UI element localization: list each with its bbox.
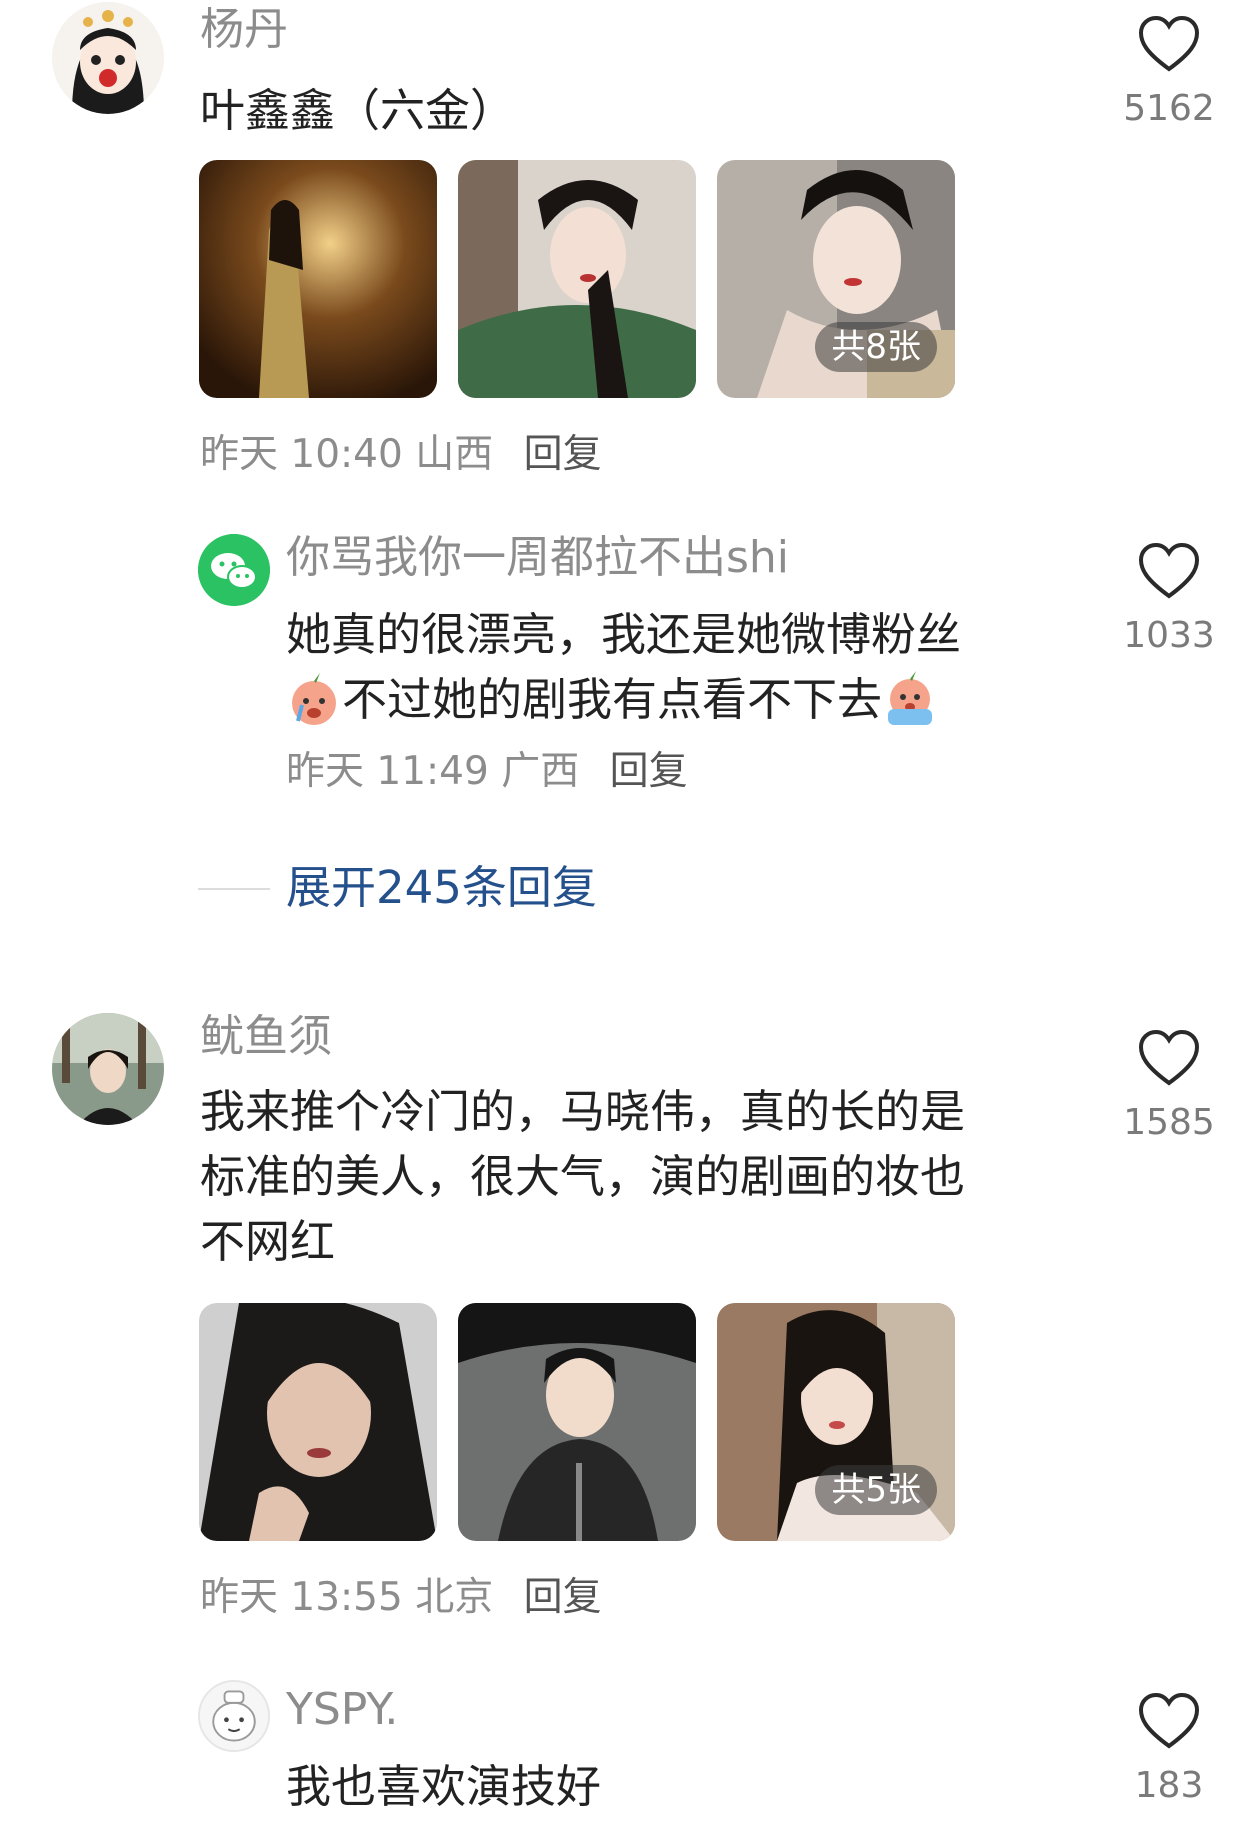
comment-text-line: 不网红 [200, 1215, 336, 1268]
like-count: 1585 [1123, 1102, 1215, 1143]
like-button[interactable]: 1033 [1109, 542, 1229, 658]
reply-comment: YSPY. 我也喜欢演技好 183 [0, 1670, 1260, 1836]
comment-text-line-content: 不过她的剧我有点看不下去 [342, 673, 883, 726]
comment-photo-3[interactable]: 共5张 [717, 1303, 955, 1541]
comment-yangdan: 杨丹 叶鑫鑫（六金） 共8张 昨天 10:40 山西 回复 5162 [0, 0, 1260, 477]
reply-comment: 你骂我你一周都拉不出shi 她真的很漂亮，我还是她微博粉丝 不过她的剧我有点看不… [0, 520, 1260, 820]
heart-icon [1138, 1029, 1200, 1086]
comment-photo-1[interactable] [199, 160, 437, 398]
comment-meta: 昨天 13:55 北京 回复 [200, 1573, 602, 1623]
timestamp: 昨天 10:40 [200, 432, 403, 477]
heart-icon [1138, 1692, 1200, 1749]
timestamp: 昨天 11:49 [286, 749, 489, 794]
username[interactable]: YSPY. [286, 1682, 398, 1738]
comment-text-line: 不过她的剧我有点看不下去 [286, 667, 961, 732]
comment-photo-1[interactable] [199, 1303, 437, 1541]
comment-text: 我也喜欢演技好 [286, 1760, 602, 1813]
heart-icon [1138, 15, 1200, 72]
location: 山西 [415, 432, 494, 477]
comment-text: 我来推个冷门的，马晓伟，真的长的是 标准的美人，很大气，演的剧画的妆也 不网红 [200, 1079, 965, 1274]
photo-count-badge: 共8张 [815, 322, 937, 372]
like-button[interactable]: 183 [1109, 1692, 1229, 1808]
reply-button[interactable]: 回复 [524, 432, 602, 477]
wechat-icon [198, 534, 270, 606]
like-count: 5162 [1123, 88, 1215, 129]
avatar[interactable] [198, 1680, 270, 1752]
comment-meta: 昨天 10:40 山西 回复 [200, 430, 602, 480]
reply-button[interactable]: 回复 [524, 1575, 602, 1620]
expand-divider [198, 888, 270, 890]
like-button[interactable]: 1585 [1109, 1029, 1229, 1145]
photo-count-badge: 共5张 [815, 1465, 937, 1515]
avatar[interactable] [52, 2, 164, 114]
expand-replies-button[interactable]: 展开245条回复 [286, 860, 597, 916]
heart-icon [1138, 542, 1200, 599]
username[interactable]: 你骂我你一周都拉不出shi [286, 530, 789, 586]
username[interactable]: 鱿鱼须 [200, 1009, 332, 1065]
like-button[interactable]: 5162 [1109, 15, 1229, 131]
avatar[interactable] [52, 1013, 164, 1125]
reply-button[interactable]: 回复 [610, 749, 688, 794]
comment-youyuxu: 鱿鱼须 我来推个冷门的，马晓伟，真的长的是 标准的美人，很大气，演的剧画的妆也 … [0, 1005, 1260, 1625]
location: 北京 [415, 1575, 494, 1620]
crying-peach-emoji-icon [286, 671, 342, 727]
username[interactable]: 杨丹 [200, 2, 288, 58]
comment-photo-2[interactable] [458, 160, 696, 398]
like-count: 183 [1134, 1765, 1204, 1806]
comment-photo-3[interactable]: 共8张 [717, 160, 955, 398]
timestamp: 昨天 13:55 [200, 1575, 403, 1620]
comment-text: 她真的很漂亮，我还是她微博粉丝 不过她的剧我有点看不下去 [286, 602, 961, 732]
comment-text-line: 我来推个冷门的，马晓伟，真的长的是 [200, 1085, 966, 1138]
comment-meta: 昨天 11:49 广西 回复 [286, 747, 688, 797]
comment-text-line: 标准的美人，很大气，演的剧画的妆也 [200, 1150, 966, 1203]
location: 广西 [501, 749, 580, 794]
comment-text-line: 她真的很漂亮，我还是她微博粉丝 [286, 608, 962, 661]
comment-photo-2[interactable] [458, 1303, 696, 1541]
like-count: 1033 [1123, 615, 1215, 656]
comment-text: 叶鑫鑫（六金） [200, 84, 516, 137]
avatar[interactable] [198, 534, 270, 606]
crying-peach-emoji-icon [882, 671, 938, 727]
